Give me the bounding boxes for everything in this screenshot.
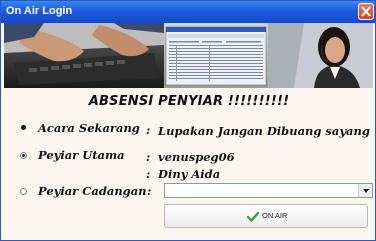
check-icon [247,211,259,222]
banner-image [4,23,373,88]
acara-separator: : [146,123,151,137]
on-air-button[interactable]: ON AIR [164,204,368,228]
close-button[interactable] [358,3,374,20]
page-heading: ABSENSI PENYIAR !!!!!!!!!! [88,94,290,109]
title-bar[interactable]: On Air Login [1,1,375,23]
utama-separator-2: : [146,167,151,181]
utama-value: venuspeg06 [158,150,235,164]
on-air-label: ON AIR [262,211,288,220]
header-banner [4,23,373,88]
dropdown-button[interactable] [358,184,372,197]
close-icon [361,6,371,17]
acara-label: Acara Sekarang [38,121,140,135]
cadangan-separator: : [147,184,152,198]
cadangan-select[interactable] [164,183,373,198]
utama-radio[interactable] [20,152,27,159]
utama-value-2: Diny Aida [158,167,221,181]
cadangan-label: Peyiar Cadangan [38,184,147,198]
chevron-down-icon [363,189,369,193]
utama-separator: : [146,150,151,164]
bullet-icon [21,125,26,130]
cadangan-radio[interactable] [20,188,27,195]
window-title: On Air Login [6,5,73,17]
utama-label: Peyiar Utama [38,148,125,162]
acara-value: Lupakan Jangan Dibuang sayang (L [158,124,376,138]
login-window: On Air Login ABSENSI PENYIAR !!!!!!!!!! … [0,0,376,241]
